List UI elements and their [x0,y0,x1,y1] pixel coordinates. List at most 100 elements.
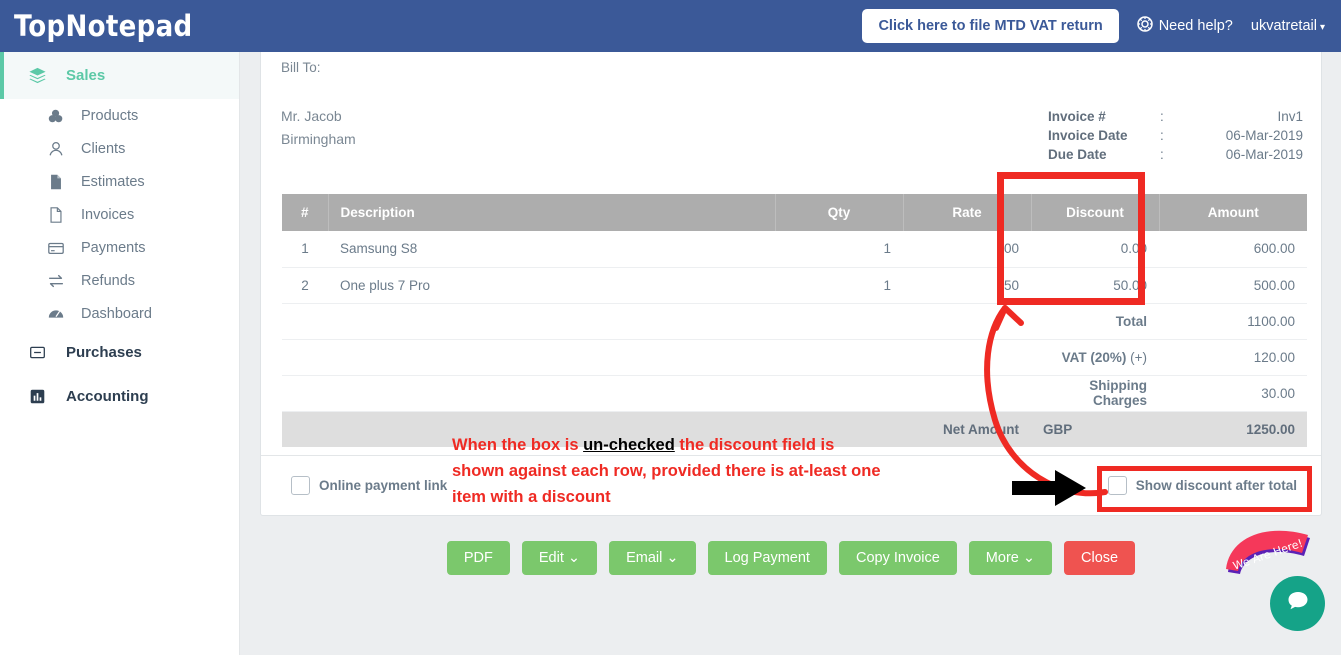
button-label: More [985,550,1019,566]
more-button[interactable]: More ⌄ [968,541,1053,575]
user-icon [44,140,68,158]
vat-label: VAT (20%) (+) [1031,339,1159,376]
client-name: Mr. Jacob [281,108,342,124]
logo-text-notepad: Notepad [65,9,193,43]
sidebar-item-payments[interactable]: Payments [0,231,239,264]
bar-chart-icon [24,388,50,405]
annotation-emphasis: un-checked [583,436,675,454]
credit-card-icon [44,239,68,257]
meta-key: Invoice # [1048,109,1106,124]
invoice-action-buttons: PDF Edit ⌄ Email ⌄ Log Payment Copy Invo… [260,541,1322,575]
button-label: PDF [463,550,493,566]
sidebar-item-clients[interactable]: Clients [0,132,239,165]
copy-invoice-button[interactable]: Copy Invoice [838,541,957,575]
button-label: Edit [538,550,564,566]
vat-row: VAT (20%) (+) 120.00 [282,339,1307,376]
chat-we-are-here-banner: We Are Here! [1222,528,1322,576]
user-account-label: ukvatretail [1250,18,1317,34]
sidebar-item-label: Payments [81,239,146,256]
sidebar-item-products[interactable]: Products [0,99,239,132]
online-payment-link-checkbox[interactable]: Online payment link [291,476,447,495]
edit-button[interactable]: Edit ⌄ [521,541,598,575]
net-amount-value: 1250.00 [1159,411,1307,447]
show-discount-after-total-checkbox[interactable]: Show discount after total [1107,476,1297,495]
exchange-arrows-icon [44,272,68,290]
chevron-down-icon: ⌄ [666,550,679,566]
sidebar: Sales Products Clients Estimates Invoice… [0,52,240,655]
invoice-number-row: Invoice # : Inv1 [1048,107,1303,126]
chat-widget-button[interactable] [1270,576,1325,631]
app-logo[interactable]: TopNotepad [14,9,192,43]
meta-separator: : [1160,147,1164,162]
client-city: Birmingham [281,131,356,147]
need-help-label: Need help? [1158,18,1233,34]
sidebar-item-sales[interactable]: Sales [0,52,239,99]
due-date-row: Due Date : 06-Mar-2019 [1048,145,1303,164]
invoice-meta: Invoice # : Inv1 Invoice Date : 06-Mar-2… [1048,107,1303,164]
cell-discount: 50.00 [1031,267,1159,304]
shipping-row: Shipping Charges 30.00 [282,375,1307,412]
cell-rate: 600 [903,231,1031,268]
column-header-number: # [282,194,329,231]
file-mtd-vat-return-button[interactable]: Click here to file MTD VAT return [862,9,1119,43]
sidebar-item-accounting[interactable]: Accounting [0,374,239,418]
user-account-menu[interactable]: ukvatretail ▾ [1251,18,1325,34]
cell-number: 2 [282,267,328,304]
column-header-rate: Rate [903,194,1032,231]
shipping-label: Shipping Charges [1031,375,1159,412]
sidebar-item-dashboard[interactable]: Dashboard [0,297,239,330]
meta-value: 06-Mar-2019 [1225,128,1303,143]
button-label: Copy Invoice [855,550,940,566]
log-payment-button[interactable]: Log Payment [707,541,827,575]
cell-number: 1 [282,231,328,268]
table-head: # Description Qty Rate Discount Amount [282,194,1307,231]
sidebar-item-refunds[interactable]: Refunds [0,264,239,297]
meta-value: Inv1 [1277,109,1303,124]
column-header-qty: Qty [775,194,904,231]
column-header-discount: Discount [1031,194,1160,231]
table-body: 1 Samsung S8 1 600 0.00 600.00 2 One plu… [282,231,1307,447]
online-payment-link-label: Online payment link [319,478,448,493]
column-header-description: Description [328,194,776,231]
close-button[interactable]: Close [1064,541,1136,575]
button-label: Log Payment [724,550,810,566]
sidebar-item-label: Products [81,107,139,124]
cell-qty: 1 [775,267,903,304]
checkbox-box-icon[interactable] [291,476,310,495]
lifebuoy-icon [1136,16,1153,36]
chevron-down-icon: ⌄ [567,550,581,566]
checkbox-box-icon[interactable] [1107,476,1127,495]
annotation-text: When the box is un-checked the discount … [452,432,1012,510]
total-value: 1100.00 [1159,303,1307,340]
vat-sign: (+) [1130,349,1147,365]
show-discount-after-total-label: Show discount after total [1135,478,1297,493]
annotation-line2: shown against each row, provided there i… [452,462,881,480]
button-label: Close [1081,550,1119,566]
meta-separator: : [1160,128,1164,143]
table-row: 1 Samsung S8 1 600 0.00 600.00 [282,231,1307,268]
vat-value: 120.00 [1159,339,1307,376]
email-button[interactable]: Email ⌄ [609,541,696,575]
app-root: TopNotepad Click here to file MTD VAT re… [0,0,1341,655]
sidebar-item-label: Clients [81,140,126,157]
shipping-value: 30.00 [1159,375,1307,412]
sidebar-item-invoices[interactable]: Invoices [0,198,239,231]
total-row: Total 1100.00 [282,303,1307,340]
document-outline-icon [44,206,68,224]
sidebar-item-estimates[interactable]: Estimates [0,165,239,198]
top-header-bar: TopNotepad Click here to file MTD VAT re… [0,0,1341,52]
chevron-down-icon: ▾ [1319,22,1325,33]
invoice-date-row: Invoice Date : 06-Mar-2019 [1048,126,1303,145]
gauge-icon [44,305,68,323]
meta-separator: : [1160,109,1164,124]
bill-to-label: Bill To: [281,60,321,75]
logo-text-top: Top [14,9,66,43]
meta-value: 06-Mar-2019 [1225,147,1303,162]
layers-icon [24,66,50,85]
currency-label: GBP [1031,411,1159,447]
chevron-down-icon: ⌄ [1022,550,1036,566]
sidebar-item-purchases[interactable]: Purchases [0,330,239,374]
pdf-button[interactable]: PDF [446,541,510,575]
need-help-link[interactable]: Need help? [1136,16,1233,36]
chat-bubble-icon [1284,587,1312,620]
